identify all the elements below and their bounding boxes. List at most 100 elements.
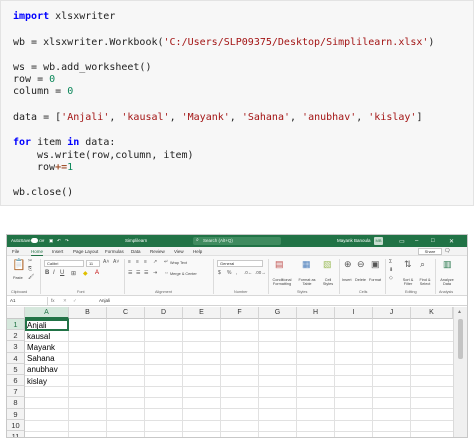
font-name-select[interactable]: Calibri (44, 260, 84, 267)
column-header[interactable]: E (183, 307, 221, 319)
comments-icon[interactable]: 🗨 (444, 248, 450, 254)
tab-page-layout[interactable]: Page Layout (73, 249, 98, 254)
increase-decimal-icon[interactable]: .0← (244, 270, 252, 275)
find-select-icon[interactable]: ⌕ (420, 259, 425, 270)
formula-input[interactable]: Anjali (99, 297, 110, 305)
row-header[interactable]: 9 (7, 408, 25, 420)
paste-icon[interactable]: 📋 (12, 258, 26, 271)
tab-insert[interactable]: Insert (52, 249, 63, 254)
merge-center-button[interactable]: Merge & Center (170, 272, 197, 276)
align-left-icon[interactable]: ☰ (128, 270, 132, 276)
analyze-data-icon[interactable]: ▥ (443, 259, 452, 270)
merge-icon[interactable]: ⇔ (164, 270, 169, 276)
share-button[interactable]: Share (418, 248, 442, 255)
wrap-text-icon[interactable]: ↵ (164, 259, 168, 265)
align-bottom-icon[interactable]: ≡ (144, 259, 147, 265)
orientation-icon[interactable]: ↗ (153, 259, 157, 265)
row-header[interactable]: 11 (7, 431, 25, 437)
format-cells-icon[interactable]: ▣ (371, 259, 380, 270)
row-header[interactable]: 8 (7, 397, 25, 409)
underline-icon[interactable]: U (60, 270, 64, 276)
format-as-table-button[interactable]: Format as Table (297, 278, 317, 286)
align-middle-icon[interactable]: ≡ (136, 259, 139, 265)
column-header[interactable]: I (335, 307, 373, 319)
row-header[interactable]: 6 (7, 375, 25, 387)
font-color-icon[interactable]: A (95, 270, 99, 276)
wrap-text-button[interactable]: Wrap Text (170, 261, 187, 265)
row-header[interactable]: 2 (7, 330, 25, 342)
cut-icon[interactable]: ✂ (28, 258, 32, 264)
fx-icon[interactable]: fx (51, 297, 55, 305)
cell-styles-icon[interactable]: ▧ (323, 259, 332, 270)
restore-button[interactable]: □ (431, 238, 435, 244)
copy-icon[interactable]: ⎘ (28, 266, 32, 272)
borders-icon[interactable]: ⊞ (71, 270, 76, 277)
align-top-icon[interactable]: ≡ (128, 259, 131, 265)
row-header[interactable]: 4 (7, 352, 25, 364)
tab-formulas[interactable]: Formulas (105, 249, 124, 254)
delete-button[interactable]: Delete (355, 278, 366, 282)
tab-home[interactable]: Home (31, 249, 44, 256)
tab-file[interactable]: File (12, 249, 19, 254)
percent-icon[interactable]: % (227, 270, 231, 276)
column-header[interactable]: K (411, 307, 453, 319)
align-right-icon[interactable]: ☰ (144, 270, 148, 276)
scrollbar-thumb[interactable] (458, 319, 463, 359)
column-header[interactable]: F (221, 307, 259, 319)
bold-icon[interactable]: B (45, 270, 49, 276)
row-header[interactable]: 5 (7, 363, 25, 375)
column-header[interactable]: C (107, 307, 145, 319)
cell-a6[interactable]: kislay (27, 376, 47, 387)
avatar[interactable]: MB (374, 237, 383, 245)
save-icon[interactable]: ▣ (49, 238, 53, 244)
conditional-formatting-button[interactable]: Conditional Formatting (270, 278, 294, 286)
insert-cells-icon[interactable]: ⊕ (344, 259, 352, 270)
font-grow-icon[interactable]: A˄ (103, 259, 109, 265)
cell-a3[interactable]: Mayank (27, 342, 55, 353)
cancel-icon[interactable]: ✕ (63, 297, 67, 305)
select-all-corner[interactable] (7, 307, 25, 319)
ribbon-display-icon[interactable]: ▭ (399, 238, 405, 245)
find-select-button[interactable]: Find & Select (416, 278, 434, 286)
column-header[interactable]: G (259, 307, 297, 319)
undo-icon[interactable]: ↶ (57, 238, 61, 244)
column-header[interactable]: H (297, 307, 335, 319)
search-box[interactable]: ⌕ Search (Alt+Q) (193, 237, 281, 245)
row-header[interactable]: 1 (7, 319, 25, 331)
vertical-scrollbar[interactable]: ▲ (453, 307, 467, 437)
row-header[interactable]: 7 (7, 386, 25, 398)
italic-icon[interactable]: I (53, 270, 55, 276)
name-box[interactable]: A1 (8, 297, 48, 305)
scroll-up-icon[interactable]: ▲ (457, 309, 462, 315)
spreadsheet-grid[interactable]: A B C D E F G H I J K 1 2 3 4 5 6 7 8 9 … (7, 307, 467, 437)
align-center-icon[interactable]: ☰ (136, 270, 140, 276)
delete-cells-icon[interactable]: ⊖ (357, 259, 365, 270)
font-shrink-icon[interactable]: A˅ (113, 259, 119, 265)
tab-view[interactable]: View (174, 249, 184, 254)
insert-button[interactable]: Insert (342, 278, 352, 282)
clear-icon[interactable]: ◇ (389, 275, 393, 281)
cell-a4[interactable]: Sahana (27, 353, 55, 364)
decrease-decimal-icon[interactable]: .00→ (255, 270, 266, 275)
autosum-icon[interactable]: Σ (389, 259, 392, 265)
tab-review[interactable]: Review (150, 249, 165, 254)
font-size-select[interactable]: 11 (86, 260, 100, 267)
column-header[interactable]: D (145, 307, 183, 319)
column-header[interactable]: A (25, 307, 69, 319)
row-header[interactable]: 3 (7, 341, 25, 353)
column-header[interactable]: J (373, 307, 411, 319)
indent-icon[interactable]: ⇥ (153, 270, 157, 276)
tab-help[interactable]: Help (193, 249, 202, 254)
row-header[interactable]: 10 (7, 419, 25, 431)
cell-a2[interactable]: kausal (27, 331, 50, 342)
enter-icon[interactable]: ✓ (73, 297, 77, 305)
number-format-select[interactable]: General (217, 260, 263, 267)
accounting-icon[interactable]: $ (218, 270, 221, 276)
cell-styles-button[interactable]: Cell Styles (320, 278, 336, 286)
column-header[interactable]: B (69, 307, 107, 319)
format-button[interactable]: Format (369, 278, 381, 282)
fill-color-icon[interactable]: ◆ (83, 270, 88, 277)
minimize-button[interactable]: – (415, 238, 418, 244)
autosave-toggle[interactable] (31, 238, 38, 243)
close-button[interactable]: ✕ (449, 238, 454, 245)
